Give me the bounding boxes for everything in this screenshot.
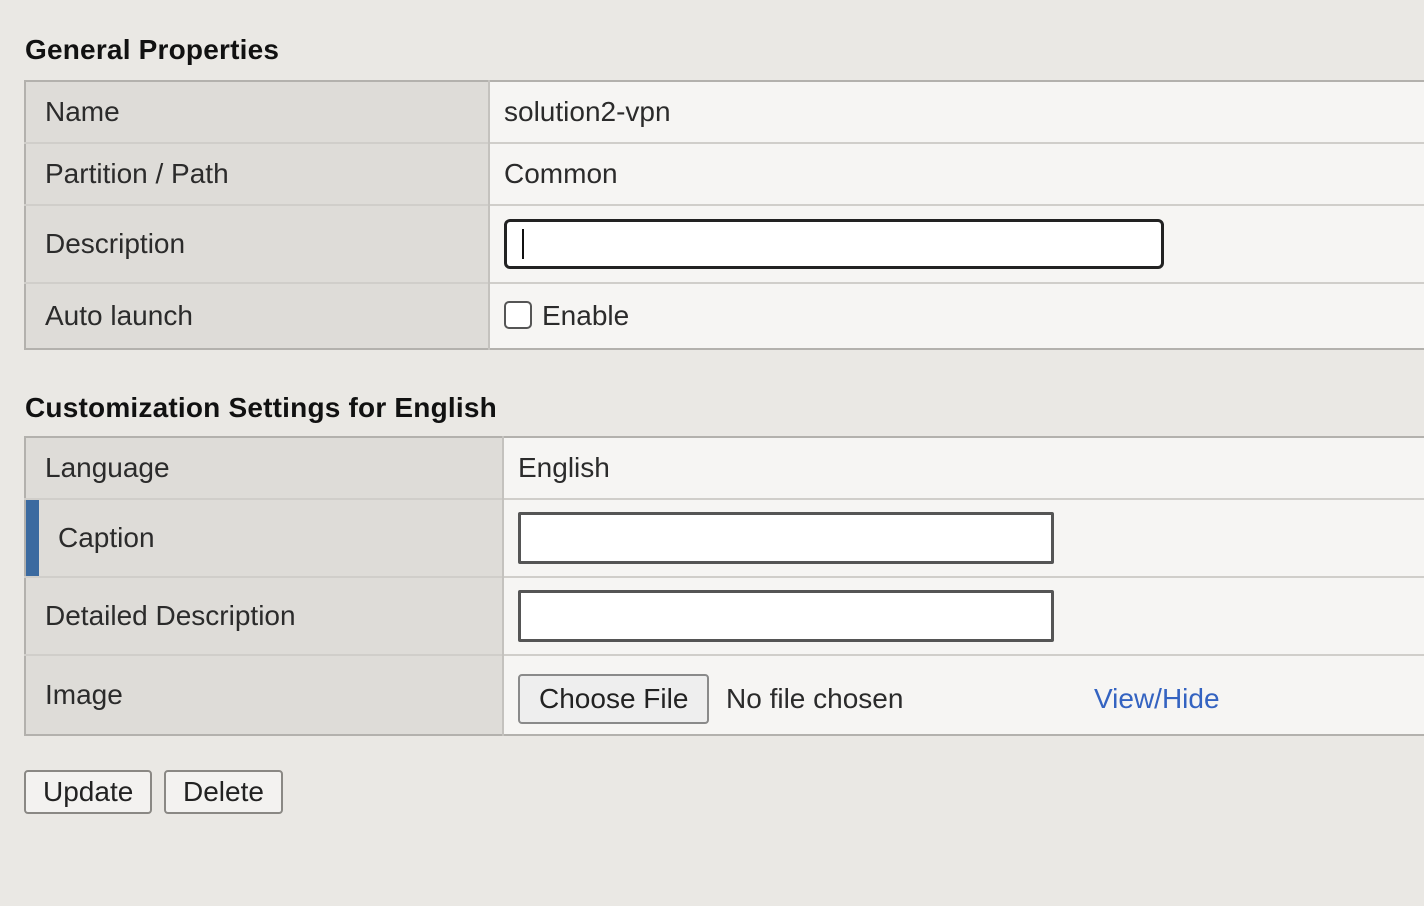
auto-launch-checkbox[interactable] — [504, 300, 532, 329]
language-value: English — [503, 437, 1424, 499]
access-profile-properties-page: General Properties Name solution2-vpn Pa… — [0, 0, 1424, 906]
customization-settings-heading: Customization Settings for English — [25, 392, 497, 423]
name-row: Name solution2-vpn — [25, 81, 1424, 143]
choose-file-button[interactable]: Choose File — [518, 674, 710, 724]
image-cell: Choose File No file chosen View/Hide — [503, 654, 1424, 735]
language-label: Language — [25, 437, 504, 499]
caption-input[interactable] — [518, 512, 1054, 564]
auto-launch-row: Auto launch Enable — [25, 282, 1424, 349]
language-row: Language English — [25, 437, 1424, 499]
update-button[interactable]: Update — [24, 770, 153, 814]
description-label: Description — [25, 204, 490, 283]
general-properties-table: Name solution2-vpn Partition / Path Comm… — [24, 80, 1424, 350]
detailed-description-label: Detailed Description — [25, 576, 504, 655]
partition-value: Common — [489, 142, 1424, 205]
auto-launch-cell: Enable — [489, 282, 1424, 349]
caption-cell — [503, 498, 1424, 577]
file-status-text: No file chosen — [726, 683, 904, 714]
delete-button[interactable]: Delete — [164, 770, 283, 814]
description-cell — [489, 204, 1424, 283]
detailed-description-input[interactable] — [518, 590, 1054, 642]
name-label: Name — [25, 81, 490, 143]
auto-launch-checkbox-label[interactable]: Enable — [542, 300, 629, 331]
caption-row: Caption — [25, 498, 1424, 577]
customization-settings-table: Language English Caption Detailed Descri… — [24, 436, 1424, 736]
description-input[interactable] — [504, 219, 1164, 269]
auto-launch-label: Auto launch — [25, 282, 490, 349]
image-row: Image Choose File No file chosen View/Hi… — [25, 654, 1424, 735]
image-label: Image — [25, 654, 504, 735]
partition-label: Partition / Path — [25, 142, 490, 205]
description-row: Description — [25, 204, 1424, 283]
detailed-description-row: Detailed Description — [25, 576, 1424, 655]
general-properties-heading: General Properties — [25, 34, 280, 65]
detailed-description-cell — [503, 576, 1424, 655]
text-cursor — [522, 229, 524, 259]
view-hide-link[interactable]: View/Hide — [1094, 683, 1220, 715]
name-value: solution2-vpn — [489, 81, 1424, 143]
caption-label: Caption — [25, 498, 504, 577]
partition-row: Partition / Path Common — [25, 142, 1424, 205]
